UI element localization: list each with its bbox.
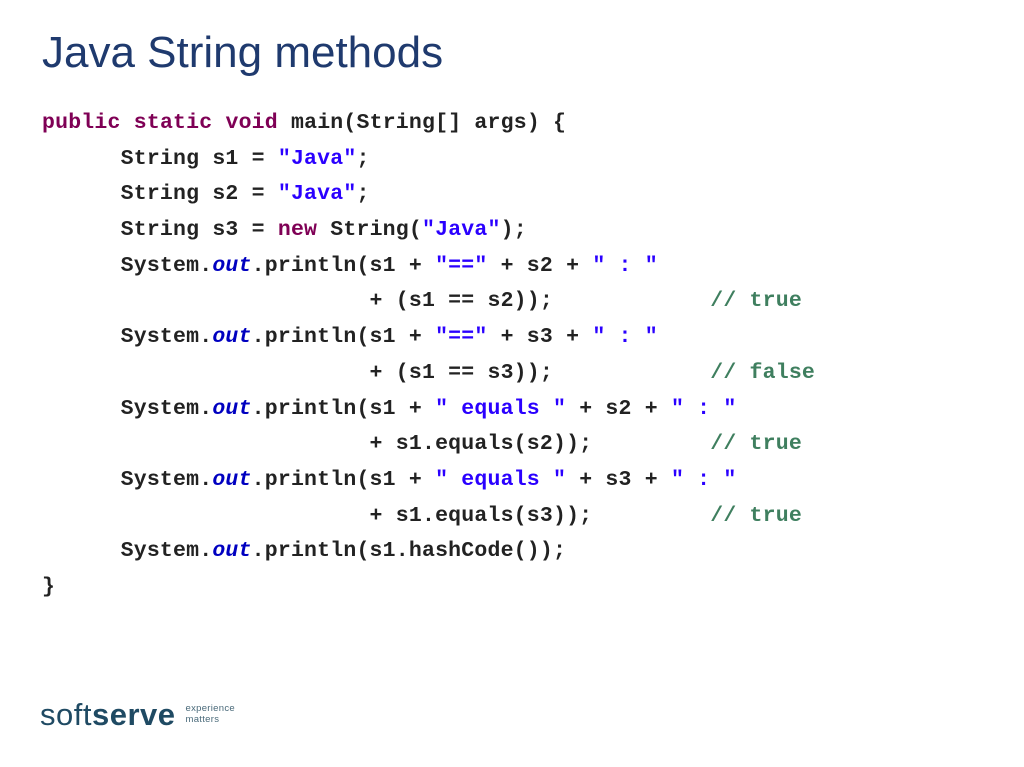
str: " : " xyxy=(592,325,658,349)
kw-new: new xyxy=(278,218,317,242)
logo-soft: soft xyxy=(40,697,92,732)
t: main(String[] args) { xyxy=(278,111,566,135)
t: .println(s1 + xyxy=(252,397,435,421)
t: String s1 = xyxy=(42,147,278,171)
fld-out: out xyxy=(212,468,251,492)
slide: Java String methods public static void m… xyxy=(0,0,1024,606)
t: + s3 + xyxy=(566,468,671,492)
str: "Java" xyxy=(278,182,357,206)
code-block: public static void main(String[] args) {… xyxy=(42,106,982,606)
fld-out: out xyxy=(212,254,251,278)
t: + s2 + xyxy=(566,397,671,421)
str: "Java" xyxy=(278,147,357,171)
cmt: // true xyxy=(710,504,802,528)
t: System. xyxy=(42,397,212,421)
t: .println(s1 + xyxy=(252,254,435,278)
t: ); xyxy=(501,218,527,242)
logo-serve: serve xyxy=(92,697,176,732)
fld-out: out xyxy=(212,397,251,421)
str: "Java" xyxy=(422,218,501,242)
t: + (s1 == s3)); xyxy=(42,361,710,385)
t: System. xyxy=(42,325,212,349)
str: " : " xyxy=(592,254,658,278)
t: ; xyxy=(356,182,369,206)
t: .println(s1 + xyxy=(252,468,435,492)
str: " : " xyxy=(671,468,737,492)
t: System. xyxy=(42,539,212,563)
t: .println(s1.hashCode()); xyxy=(252,539,566,563)
t: + s1.equals(s3)); xyxy=(42,504,710,528)
logo-wordmark: softserve xyxy=(40,697,176,733)
logo-tag-line2: matters xyxy=(186,715,235,726)
str: "==" xyxy=(435,325,487,349)
fld-out: out xyxy=(212,325,251,349)
t: + s1.equals(s2)); xyxy=(42,432,710,456)
kw-void: void xyxy=(225,111,277,135)
cmt: // true xyxy=(710,432,802,456)
t: ; xyxy=(356,147,369,171)
slide-title: Java String methods xyxy=(42,28,982,78)
kw-static: static xyxy=(134,111,213,135)
t: + (s1 == s2)); xyxy=(42,289,710,313)
t: System. xyxy=(42,254,212,278)
t: } xyxy=(42,575,55,599)
t: String s2 = xyxy=(42,182,278,206)
kw-public: public xyxy=(42,111,121,135)
t: String( xyxy=(317,218,422,242)
t xyxy=(212,111,225,135)
cmt: // false xyxy=(710,361,815,385)
t: String s3 = xyxy=(42,218,278,242)
t xyxy=(121,111,134,135)
fld-out: out xyxy=(212,539,251,563)
cmt: // true xyxy=(710,289,802,313)
str: "==" xyxy=(435,254,487,278)
t: .println(s1 + xyxy=(252,325,435,349)
t: + s3 + xyxy=(488,325,593,349)
logo-tagline: experience matters xyxy=(186,704,235,726)
str: " equals " xyxy=(435,397,566,421)
t: System. xyxy=(42,468,212,492)
str: " equals " xyxy=(435,468,566,492)
t: + s2 + xyxy=(488,254,593,278)
logo: softserve experience matters xyxy=(40,697,235,733)
str: " : " xyxy=(671,397,737,421)
